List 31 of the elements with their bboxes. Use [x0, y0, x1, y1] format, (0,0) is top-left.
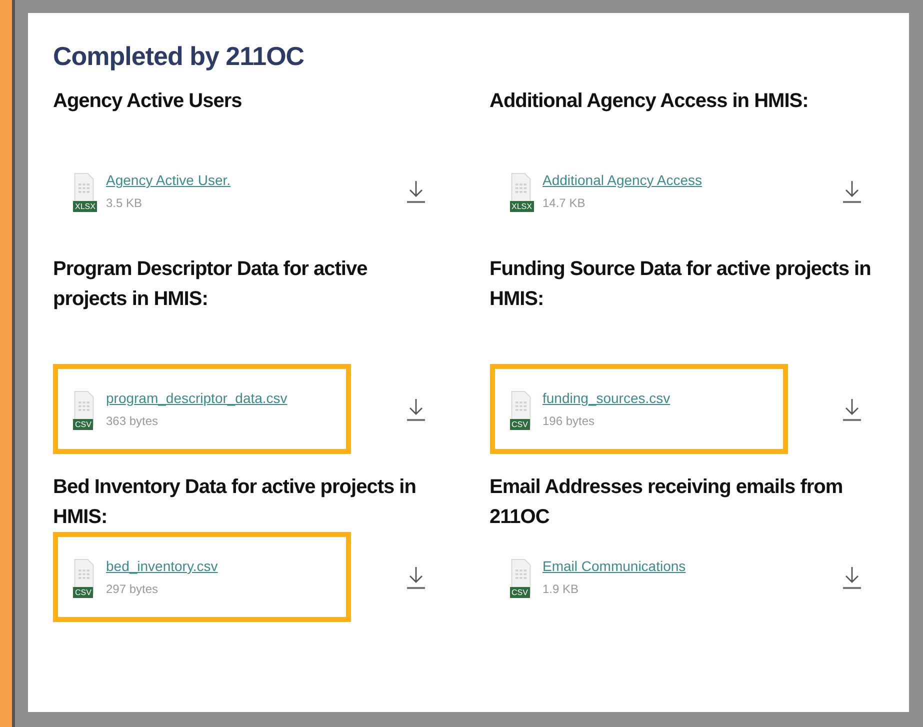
download-icon[interactable]	[406, 564, 426, 590]
section-heading: Bed Inventory Data for active projects in HMIS:	[53, 475, 417, 530]
section-heading: Additional Agency Access in HMIS:	[490, 89, 810, 114]
section-title: Completed by 211OC	[53, 41, 306, 72]
file-size: 196 bytes	[542, 414, 596, 428]
file-type-label: CSV	[510, 587, 530, 598]
file-link[interactable]: funding_sources.csv	[542, 390, 670, 406]
file-type-label: CSV	[510, 419, 530, 430]
file-link[interactable]: Agency Active User.	[106, 172, 231, 188]
file-size: 1.9 KB	[542, 582, 580, 596]
download-icon[interactable]	[842, 396, 862, 422]
file-size: 297 bytes	[106, 582, 160, 596]
file-link[interactable]: Additional Agency Access	[542, 172, 702, 188]
file-link[interactable]: bed_inventory.csv	[106, 558, 218, 574]
section-heading: Email Addresses receiving emails from 211OC	[490, 475, 844, 530]
download-icon[interactable]	[842, 178, 862, 204]
file-type-label: CSV	[73, 419, 94, 430]
file-link[interactable]: Email Communications	[542, 558, 686, 574]
file-type-label: XLSX	[73, 201, 98, 212]
section-heading: Agency Active Users	[53, 89, 243, 114]
download-icon[interactable]	[842, 564, 862, 590]
file-type-label: CSV	[73, 587, 94, 598]
file-size: 14.7 KB	[542, 196, 586, 210]
file-size: 363 bytes	[106, 414, 160, 428]
download-icon[interactable]	[406, 178, 426, 204]
file-link[interactable]: program_descriptor_data.csv	[106, 390, 288, 406]
section-heading: Program Descriptor Data for active projects in HMIS:	[53, 257, 368, 312]
file-size: 3.5 KB	[106, 196, 144, 210]
download-icon[interactable]	[406, 396, 426, 422]
section-heading: Funding Source Data for active projects in HMIS:	[490, 257, 872, 312]
file-type-label: XLSX	[510, 201, 534, 212]
